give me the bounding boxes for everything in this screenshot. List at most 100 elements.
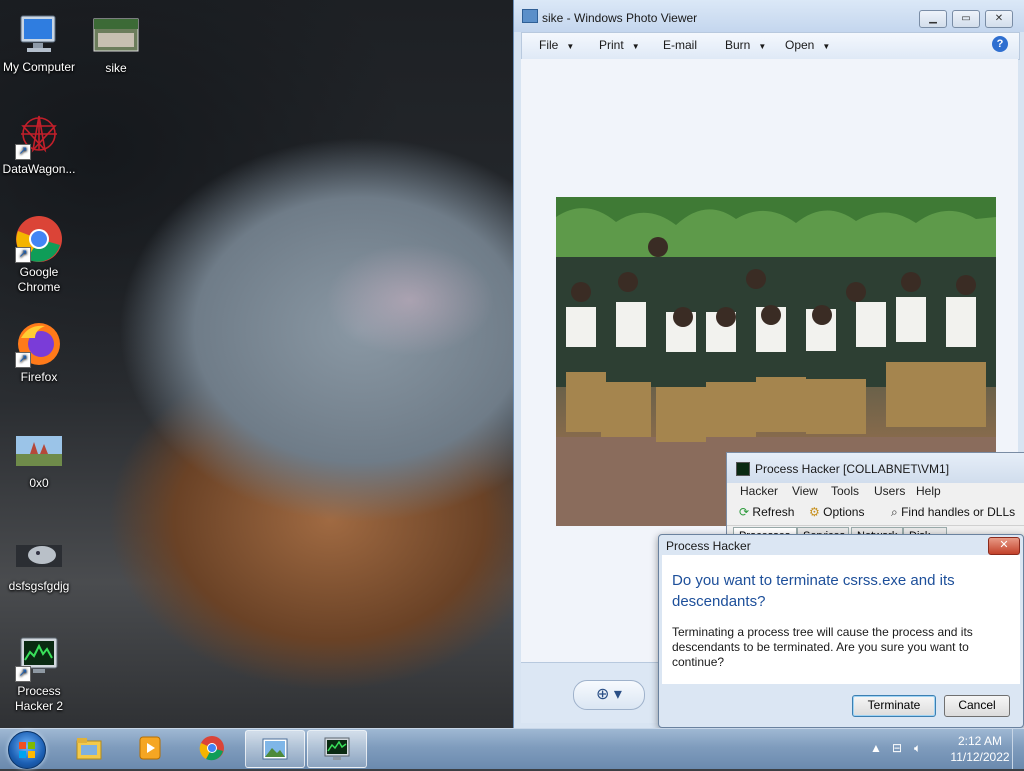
menu-hacker[interactable]: Hacker [740,484,778,498]
menu-email[interactable]: E-mail [663,38,697,52]
desktop-icon-dsfsgsfgdjg[interactable]: dsfsgsfgdjg [0,545,78,594]
find-handles-button[interactable]: ⌕ Find handles or DLLs [891,505,1015,520]
binoculars-icon: ⌕ [891,505,898,519]
process-hacker-icon [324,737,350,760]
shortcut-arrow-icon: ↗ [15,247,31,263]
desktop-icon-label: Firefox [20,370,58,384]
minimize-button[interactable]: ▁ [919,10,947,28]
menu-label: E-mail [663,38,698,52]
show-desktop-button[interactable] [1012,729,1024,769]
photo-viewer-menubar: File ▼ Print ▼ E-mail Burn ▼ Open ▼ ? [521,32,1020,60]
menu-label: Print [599,38,624,52]
desktop-icon-label: DataWagon... [2,162,76,176]
close-button[interactable]: ✕ [985,10,1013,28]
taskbar-photo-viewer[interactable] [245,730,305,768]
network-icon[interactable]: ⊟ [892,741,902,755]
refresh-button[interactable]: ⟳ Refresh [739,505,794,519]
process-hacker-toolbar: ⟳ Refresh ⚙ Options ⌕ Find handles or DL… [727,503,1024,526]
desktop-icon-process-hacker[interactable]: ↗ Process Hacker 2 [0,634,78,714]
datawagon-icon: ↗ [15,112,63,160]
chevron-down-icon: ▼ [631,42,640,51]
menu-open[interactable]: Open ▼ [785,38,830,52]
menu-file[interactable]: File ▼ [539,38,574,52]
dialog-close-button[interactable]: ✕ [988,537,1020,555]
taskbar-chrome[interactable] [183,730,241,766]
menu-label: Burn [725,38,751,52]
maximize-icon: ▭ [961,13,971,24]
volume-icon[interactable]: 🔈︎ [914,741,921,756]
options-button[interactable]: ⚙ Options [809,505,864,519]
zoom-icon: ⊕ ▾ [596,686,622,703]
process-hacker-menubar: Hacker View Tools Users Help [727,483,1024,501]
photo-viewer-titlebar[interactable]: sike - Windows Photo Viewer ▁ ▭ ✕ [514,0,1024,32]
refresh-icon: ⟳ [739,505,750,519]
windows-logo-icon [19,742,35,758]
dialog-message: Terminating a process tree will cause th… [672,625,973,669]
process-hacker-titlebar[interactable]: Process Hacker [COLLABNET\VM1] [727,453,1024,485]
desktop-icon-label: Google Chrome [17,265,61,294]
menu-print[interactable]: Print ▼ [599,38,640,52]
clock-time[interactable]: 2:12 AM [950,734,1010,748]
desktop-icon-label: dsfsgsfgdjg [8,579,70,593]
image-thumbnail-icon [15,545,63,571]
chevron-down-icon: ▼ [822,42,831,51]
taskbar-process-hacker[interactable] [307,730,367,768]
maximize-button[interactable]: ▭ [952,10,980,28]
window-title: sike - Windows Photo Viewer [542,11,698,25]
close-icon: ✕ [999,539,1009,551]
menu-tools[interactable]: Tools [831,484,859,498]
close-icon: ✕ [994,13,1004,24]
terminate-button[interactable]: Terminate [852,695,936,717]
refresh-label: Refresh [752,505,795,519]
menu-view[interactable]: View [792,484,818,498]
process-hacker-icon: ↗ [15,634,63,682]
chrome-icon [199,736,224,761]
image-thumbnail-icon [92,17,140,65]
help-icon[interactable]: ? [992,36,1008,52]
system-tray: ▲ ⊟ 🔈︎ 2:12 AM 11/12/2022 [866,729,1024,769]
desktop-icon-my-computer[interactable]: My Computer [0,10,78,75]
chrome-icon: ↗ [15,215,63,263]
dialog-heading: Do you want to terminate csrss.exe and i… [672,572,955,610]
taskbar-media-player[interactable] [121,730,179,766]
dialog-title: Process Hacker [666,539,751,553]
media-player-icon [139,736,161,760]
clock-date[interactable]: 11/12/2022 [940,750,1020,764]
gear-icon: ⚙ [809,505,820,519]
dialog-body: Do you want to terminate csrss.exe and i… [662,555,1020,684]
desktop-icon-label: 0x0 [29,476,49,490]
show-hidden-icons-icon[interactable]: ▲ [870,741,882,755]
menu-help[interactable]: Help [916,484,941,498]
photo-viewer-icon [262,738,288,760]
desktop-icon-firefox[interactable]: ↗ Firefox [0,320,78,385]
desktop-icon-datawagon[interactable]: ↗ DataWagon... [0,112,78,177]
terminate-confirmation-dialog: Process Hacker ✕ Do you want to terminat… [658,534,1024,728]
menu-users[interactable]: Users [874,484,905,498]
folder-icon [76,738,102,760]
menu-burn[interactable]: Burn ▼ [725,38,766,52]
photo-viewer-app-icon [522,9,538,23]
chevron-down-icon: ▼ [758,42,767,51]
shortcut-arrow-icon: ↗ [15,144,31,160]
find-handles-label: Find handles or DLLs [901,505,1016,519]
chevron-down-icon: ▼ [566,42,575,51]
desktop-icon-label: My Computer [2,60,76,74]
start-button[interactable] [8,731,46,769]
taskbar: ▲ ⊟ 🔈︎ 2:12 AM 11/12/2022 [0,728,1024,769]
desktop-icon-0x0[interactable]: 0x0 [0,436,78,491]
computer-icon [15,10,63,58]
options-label: Options [823,505,865,519]
firefox-icon: ↗ [15,320,63,368]
menu-label: Open [785,38,815,52]
taskbar-explorer[interactable] [60,730,118,766]
zoom-button[interactable]: ⊕ ▾ [573,680,645,710]
process-hacker-app-icon [736,462,750,476]
minimize-icon: ▁ [929,13,937,24]
image-thumbnail-icon [15,436,63,468]
desktop-icon-label: Process Hacker 2 [14,684,64,713]
window-title: Process Hacker [COLLABNET\VM1] [755,462,950,476]
shortcut-arrow-icon: ↗ [15,666,31,682]
desktop-icon-google-chrome[interactable]: ↗ Google Chrome [0,215,78,295]
desktop-icon-sike[interactable]: sike [77,17,155,76]
cancel-button[interactable]: Cancel [944,695,1010,717]
